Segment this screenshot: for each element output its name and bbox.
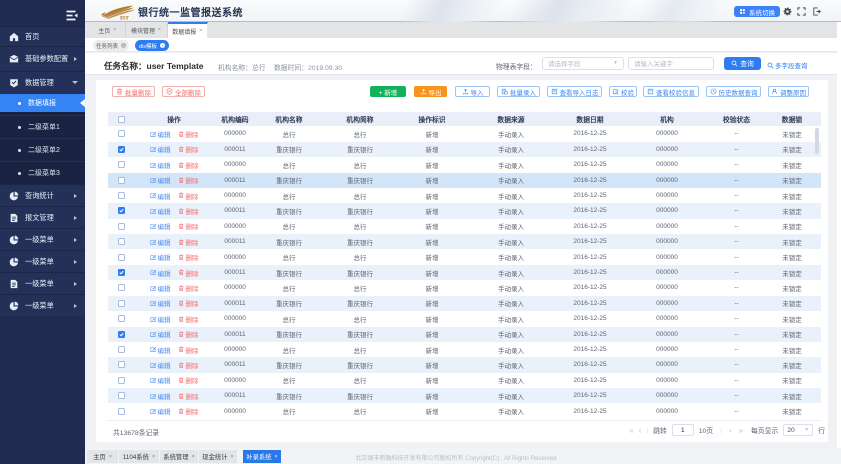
svg-text:IST: IST xyxy=(120,16,129,21)
